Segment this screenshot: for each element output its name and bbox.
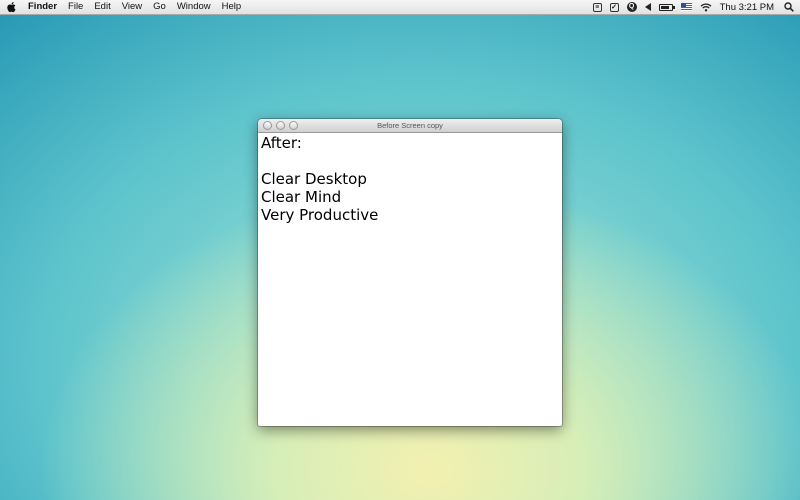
script-icon[interactable]: ≡ xyxy=(592,2,602,12)
sync-icon[interactable]: Q xyxy=(626,2,637,12)
menu-finder[interactable]: Finder xyxy=(28,0,57,14)
wifi-icon[interactable] xyxy=(700,2,712,12)
text-line xyxy=(261,152,559,170)
window-title: Before Screen copy xyxy=(377,121,443,130)
text-content[interactable]: After: Clear Desktop Clear Mind Very Pro… xyxy=(258,133,562,225)
spotlight-icon[interactable] xyxy=(784,2,794,12)
window-titlebar[interactable]: Before Screen copy xyxy=(258,119,562,133)
battery-icon[interactable] xyxy=(658,3,675,11)
menu-view[interactable]: View xyxy=(122,0,142,14)
text-line: Very Productive xyxy=(261,206,379,224)
menu-file[interactable]: File xyxy=(68,0,83,14)
menu-clock[interactable]: Thu 3:21 PM xyxy=(720,2,774,13)
us-flag-icon[interactable] xyxy=(680,3,692,11)
text-line: Clear Desktop xyxy=(261,170,367,188)
volume-icon[interactable] xyxy=(644,3,651,11)
menu-go[interactable]: Go xyxy=(153,0,166,14)
text-window[interactable]: Before Screen copy After: Clear Desktop … xyxy=(258,119,562,426)
apple-icon[interactable] xyxy=(6,1,16,13)
menu-window[interactable]: Window xyxy=(177,0,211,14)
menu-edit[interactable]: Edit xyxy=(94,0,110,14)
menu-bar: Finder File Edit View Go Window Help ≡ ✓… xyxy=(0,0,800,15)
clipboard-icon[interactable]: ✓ xyxy=(609,2,619,12)
text-line: Clear Mind xyxy=(261,188,342,206)
menu-help[interactable]: Help xyxy=(222,0,242,14)
text-line: After: xyxy=(261,134,302,152)
